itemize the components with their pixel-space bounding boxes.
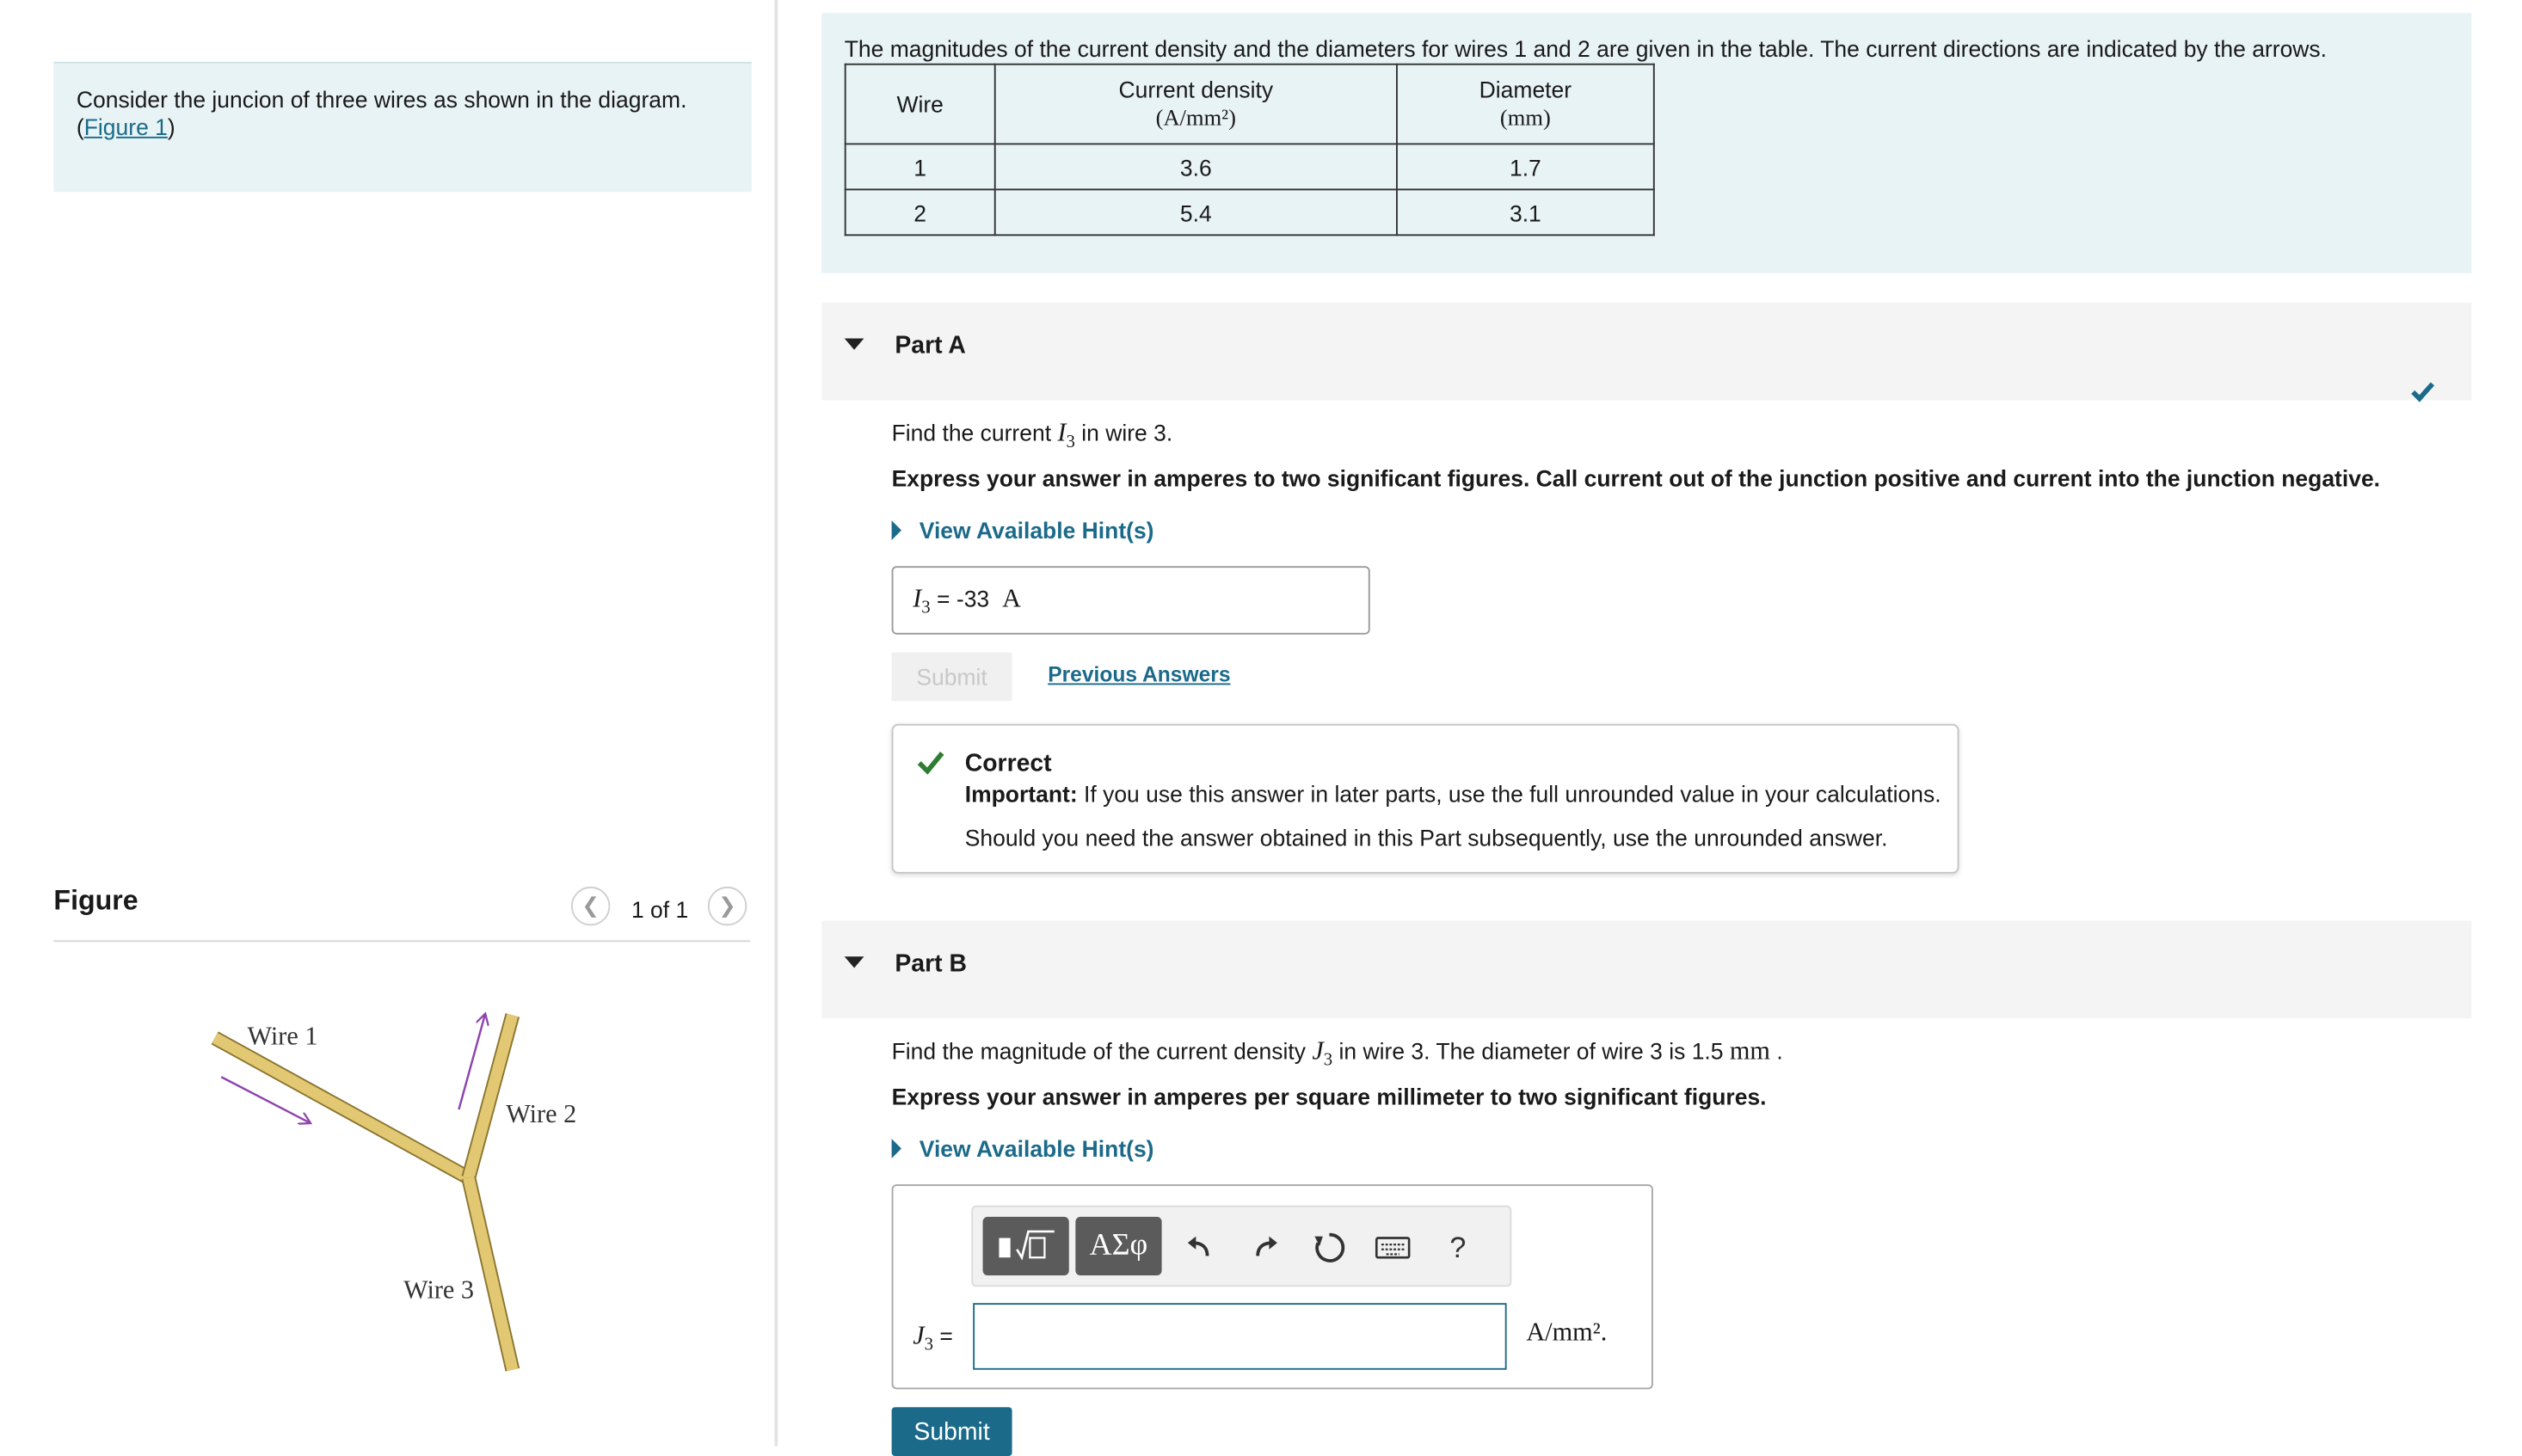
feedback-important: Important: If you use this answer in lat…	[964, 780, 1941, 808]
data-table: Wire Current density (A/mm²) Diameter (m…	[844, 63, 1655, 237]
part-a-submit-button[interactable]: Submit	[891, 652, 1012, 702]
table-row: 1 3.6 1.7	[844, 143, 1655, 191]
chevron-right-icon: ❯	[718, 893, 736, 918]
part-a-label: Part A	[895, 331, 966, 360]
figure-title: Figure	[53, 885, 138, 916]
problem-panel: The magnitudes of the current density an…	[821, 13, 2472, 273]
part-a-instruction: Express your answer in amperes to two si…	[891, 464, 2381, 492]
part-a-hint-toggle[interactable]: View Available Hint(s)	[891, 518, 1154, 544]
wire-junction-diagram: Wire 1 Wire 2 Wire 3	[211, 992, 576, 1372]
redo-icon[interactable]	[1246, 1228, 1285, 1267]
figure-divider	[53, 940, 751, 943]
figure-counter: 1 of 1	[630, 896, 689, 923]
correct-check-icon	[917, 752, 944, 775]
part-b-submit-button[interactable]: Submit	[891, 1407, 1012, 1456]
reset-icon[interactable]	[1310, 1228, 1349, 1267]
caret-right-icon	[891, 520, 901, 541]
table-cell: 5.4	[993, 188, 1398, 237]
part-b-label: Part B	[895, 949, 967, 978]
intro-panel: Consider the juncion of three wires as s…	[53, 61, 752, 193]
density-unit: (A/mm²)	[1155, 106, 1236, 132]
collapse-triangle-icon	[844, 338, 864, 350]
feedback-note: Should you need the answer obtained in t…	[964, 825, 1888, 851]
wire-2-current-arrow	[458, 1015, 484, 1110]
templates-button[interactable]	[982, 1216, 1069, 1276]
feedback-box: Correct Important: If you use this answe…	[891, 723, 1959, 874]
table-cell: 3.1	[1395, 188, 1655, 237]
checkmark-icon	[2411, 382, 2435, 402]
keyboard-icon[interactable]	[1374, 1228, 1412, 1267]
math-answer-editor: ΑΣφ ? J3 = A/mm².	[891, 1184, 1653, 1390]
table-cell: 1.7	[1395, 143, 1655, 191]
undo-icon[interactable]	[1179, 1228, 1218, 1267]
table-header-diameter: Diameter (mm)	[1395, 63, 1655, 145]
table-header-density: Current density (A/mm²)	[993, 63, 1398, 145]
table-header-wire: Wire	[844, 63, 996, 145]
part-a-answer-box: I3 = -33 A	[891, 566, 1370, 635]
help-button[interactable]: ?	[1438, 1228, 1477, 1267]
chevron-left-icon: ❮	[581, 893, 600, 918]
table-row: 2 5.4 3.1	[844, 188, 1655, 237]
part-a-answer-unit: A	[1002, 585, 1021, 614]
math-toolbar: ΑΣφ ?	[971, 1205, 1512, 1287]
figure-link[interactable]: Figure 1	[84, 114, 168, 139]
part-a-answer-value: -33	[956, 585, 990, 612]
part-b-instruction: Express your answer in amperes per squar…	[891, 1083, 1767, 1110]
table-cell: 3.6	[993, 143, 1398, 191]
table-cell: 2	[844, 188, 996, 237]
collapse-triangle-icon	[844, 956, 864, 968]
wire-2-label: Wire 2	[506, 1099, 576, 1128]
part-a-header[interactable]: Part A	[821, 302, 2472, 401]
caret-right-icon	[891, 1139, 901, 1158]
j3-label: J3 =	[913, 1322, 953, 1355]
feedback-title: Correct	[964, 750, 1052, 778]
previous-figure-button[interactable]: ❮	[570, 886, 611, 926]
part-b-hint-toggle[interactable]: View Available Hint(s)	[891, 1135, 1154, 1162]
next-figure-button[interactable]: ❯	[707, 886, 747, 926]
templates-icon	[998, 1230, 1054, 1261]
diameter-unit: (mm)	[1499, 106, 1551, 132]
wire-1-label: Wire 1	[248, 1021, 318, 1050]
problem-statement: The magnitudes of the current density an…	[844, 35, 2328, 62]
column-divider	[774, 0, 778, 1447]
j3-answer-input[interactable]	[973, 1303, 1507, 1370]
part-b-header[interactable]: Part B	[821, 920, 2472, 1019]
greek-symbols-button[interactable]: ΑΣφ	[1075, 1216, 1162, 1276]
part-b-question: Find the magnitude of the current densit…	[891, 1037, 1783, 1071]
previous-answers-link[interactable]: Previous Answers	[1048, 662, 1230, 686]
part-a-question: Find the current I3 in wire 3.	[891, 420, 1173, 452]
table-cell: 1	[844, 143, 996, 191]
intro-close: )	[167, 114, 175, 140]
wire-3-label: Wire 3	[403, 1275, 474, 1304]
j3-unit: A/mm².	[1526, 1319, 1608, 1348]
